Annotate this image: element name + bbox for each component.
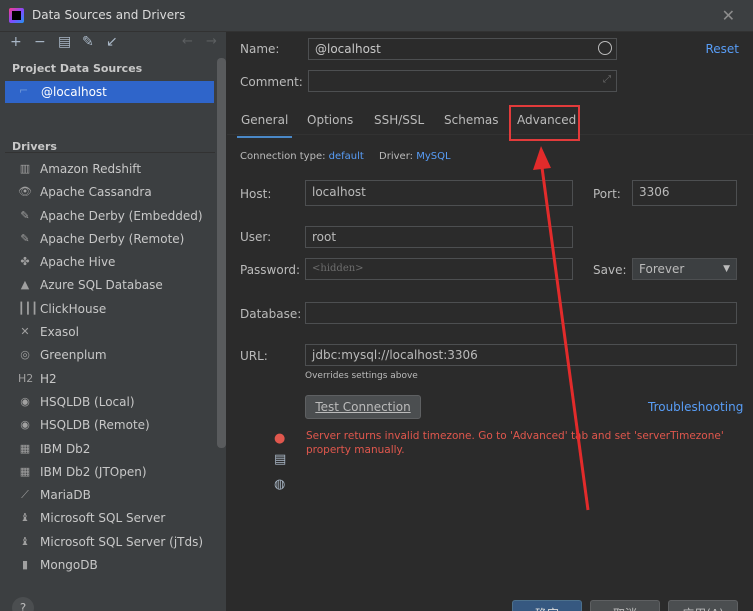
ok-button[interactable]: 确定: [512, 600, 582, 611]
apply-button[interactable]: 应用(A): [668, 600, 738, 611]
annotation-arrow: [533, 146, 590, 511]
cancel-button[interactable]: 取消: [590, 600, 660, 611]
